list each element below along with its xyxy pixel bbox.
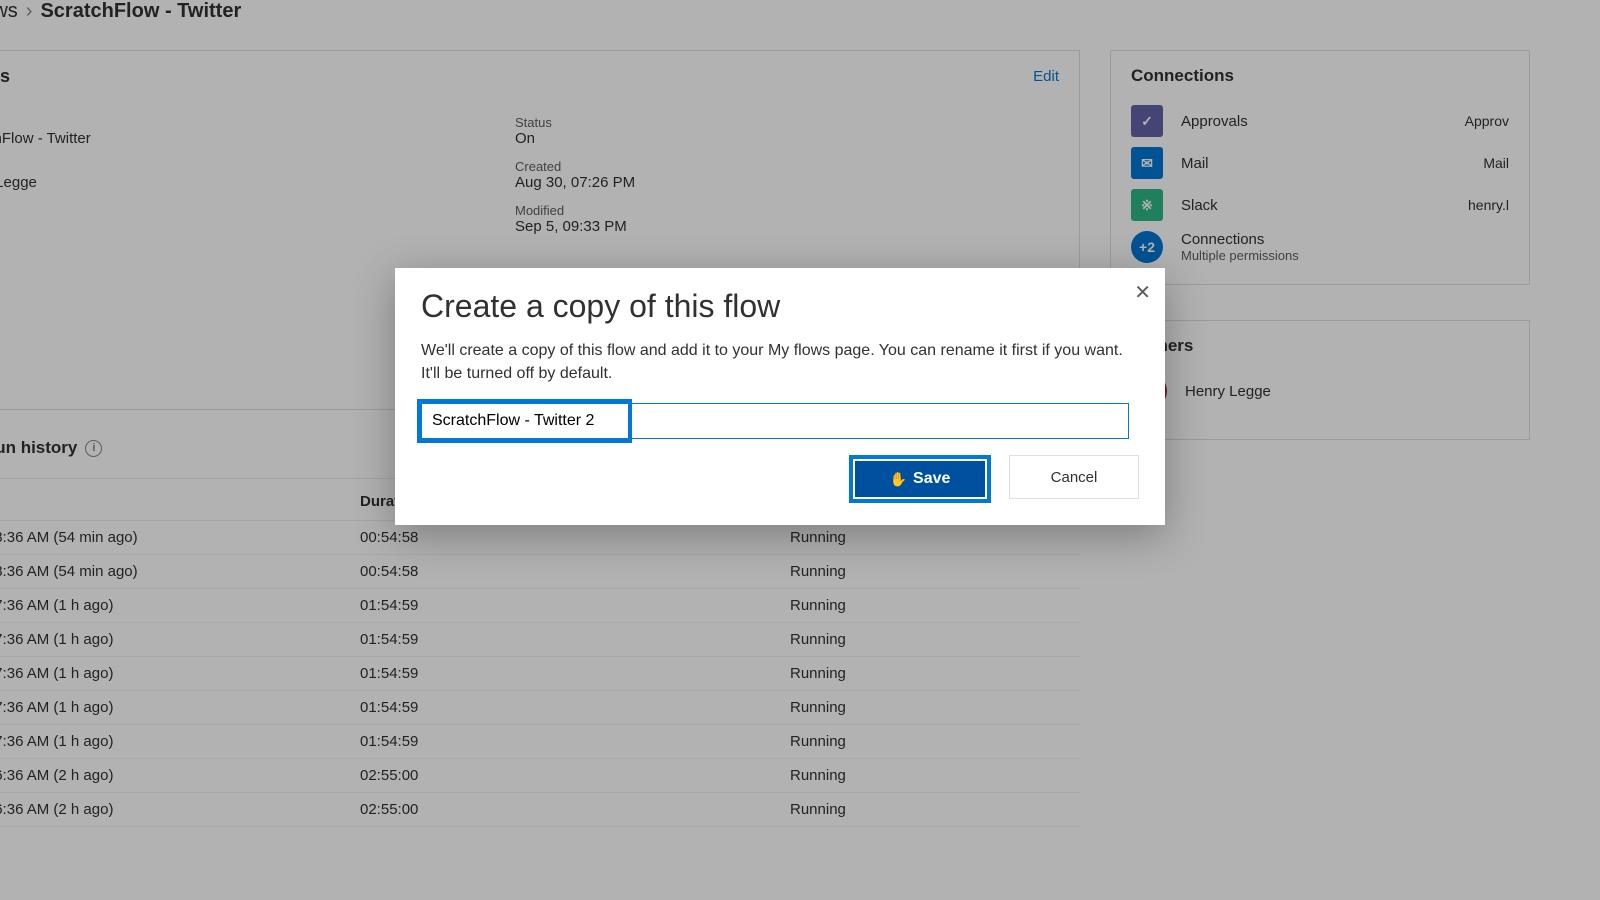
save-label: Save <box>913 470 950 488</box>
save-button[interactable]: ✋ Save <box>855 461 985 497</box>
cursor-icon: ✋ <box>890 471 907 488</box>
flow-name-input[interactable] <box>421 403 1129 439</box>
dialog-description: We'll create a copy of this flow and add… <box>421 339 1139 385</box>
dialog-title: Create a copy of this flow <box>421 288 1139 325</box>
save-button-highlight: ✋ Save <box>849 455 991 503</box>
copy-flow-dialog: ✕ Create a copy of this flow We'll creat… <box>395 268 1165 525</box>
cancel-button[interactable]: Cancel <box>1009 455 1139 499</box>
close-icon[interactable]: ✕ <box>1134 280 1151 305</box>
